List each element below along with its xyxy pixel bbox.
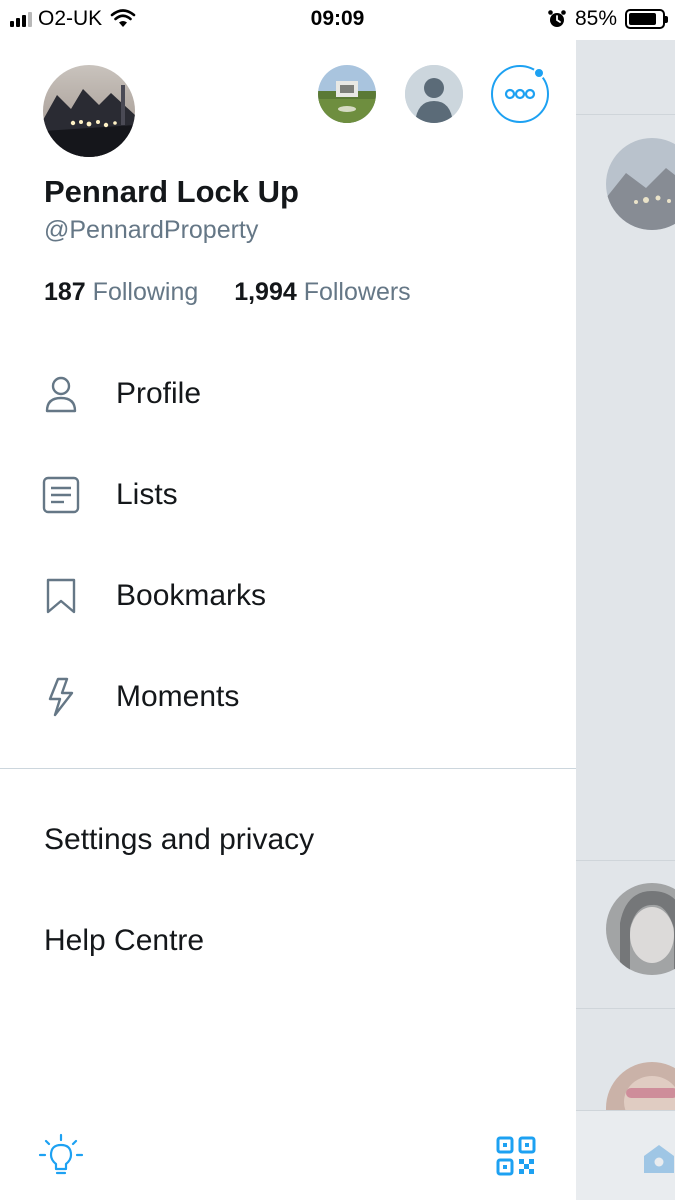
lists-icon xyxy=(42,476,80,514)
lightning-icon xyxy=(42,677,80,717)
menu-label-profile: Profile xyxy=(116,377,202,410)
timeline-separator xyxy=(576,1008,675,1009)
following-count: 187 xyxy=(44,278,86,306)
settings-and-privacy-link[interactable]: Settings and privacy xyxy=(44,823,314,857)
lightbulb-icon xyxy=(38,1133,84,1175)
status-bar: O2-UK 09:09 85% xyxy=(0,0,675,40)
profile-photo-icon xyxy=(43,65,135,157)
menu-item-bookmarks[interactable]: Bookmarks xyxy=(0,556,576,636)
follow-counts: 187 Following 1,994 Followers xyxy=(44,278,411,307)
switch-account-default[interactable] xyxy=(405,65,463,123)
menu-label-lists: Lists xyxy=(116,478,178,511)
timeline-separator xyxy=(576,114,675,115)
menu-label-moments: Moments xyxy=(116,680,240,713)
timeline-tab-bar xyxy=(576,1110,675,1200)
qr-code-button[interactable] xyxy=(496,1136,536,1176)
menu-label-bookmarks: Bookmarks xyxy=(116,579,267,612)
timeline-background xyxy=(576,0,675,1200)
timeline-separator xyxy=(576,860,675,861)
following-link[interactable]: 187 Following xyxy=(44,278,205,306)
followers-label: Followers xyxy=(303,278,411,306)
menu-item-profile[interactable]: Profile xyxy=(0,354,576,434)
display-name[interactable]: Pennard Lock Up xyxy=(44,174,299,210)
battery-percent: 85% xyxy=(574,7,617,30)
timeline-avatar xyxy=(606,1062,675,1110)
account-avatar xyxy=(318,65,376,123)
night-mode-button[interactable] xyxy=(38,1133,84,1179)
battery-level xyxy=(629,13,657,25)
home-icon[interactable] xyxy=(642,1142,675,1176)
person-icon xyxy=(42,375,80,413)
menu-divider xyxy=(0,768,576,769)
user-handle[interactable]: @PennardProperty xyxy=(44,216,258,245)
timeline-avatar xyxy=(606,883,675,975)
help-centre-link[interactable]: Help Centre xyxy=(44,924,204,958)
profile-avatar[interactable] xyxy=(43,65,135,157)
timeline-avatar xyxy=(606,138,675,230)
navigation-drawer: Pennard Lock Up @PennardProperty 187 Fol… xyxy=(0,0,576,1200)
more-accounts-icon xyxy=(504,88,536,100)
menu-item-moments[interactable]: Moments xyxy=(0,657,576,737)
more-accounts-button[interactable] xyxy=(491,65,549,123)
followers-count: 1,994 xyxy=(234,278,297,306)
menu-item-lists[interactable]: Lists xyxy=(0,455,576,535)
default-avatar-icon xyxy=(405,65,463,123)
notification-dot xyxy=(533,67,545,79)
followers-link[interactable]: 1,994 Followers xyxy=(234,278,411,306)
battery-icon xyxy=(625,9,668,29)
following-label: Following xyxy=(92,278,199,306)
qr-code-icon xyxy=(496,1136,536,1176)
switch-account-avatar[interactable] xyxy=(318,65,376,123)
alarm-icon xyxy=(548,10,566,27)
bookmark-icon xyxy=(42,577,80,615)
